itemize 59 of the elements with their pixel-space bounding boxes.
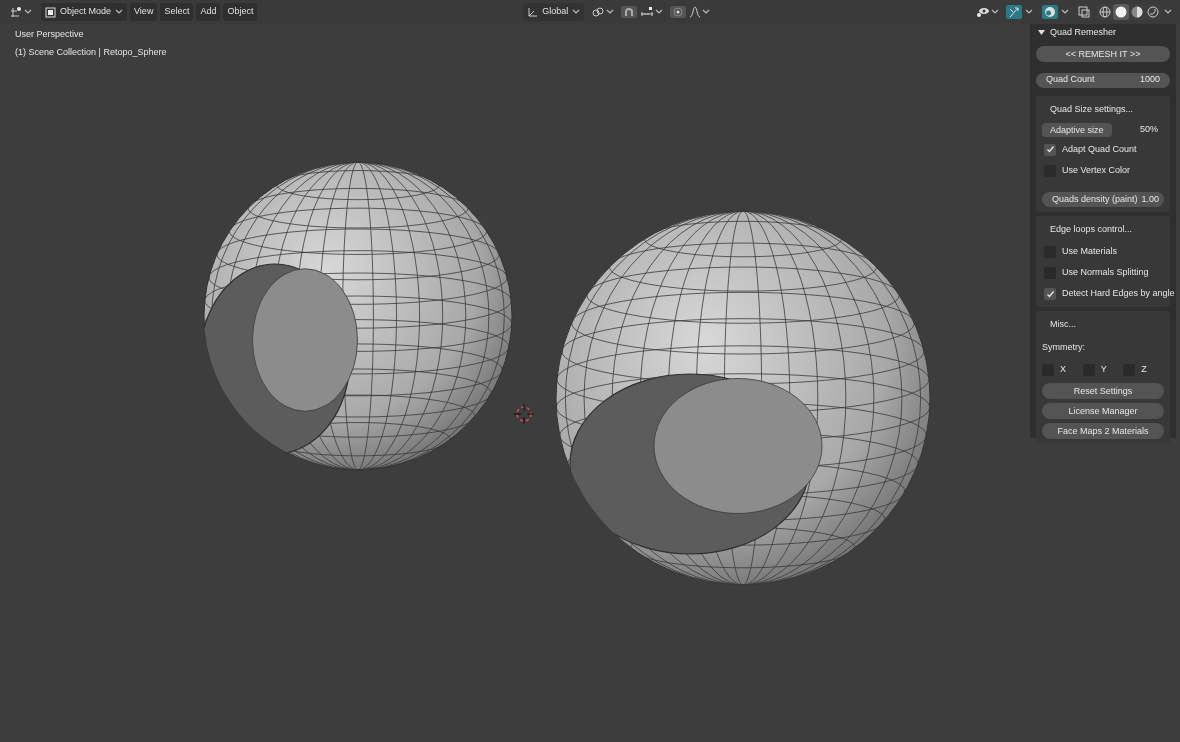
expand-triangle-icon[interactable] <box>1038 29 1045 37</box>
3d-cursor-icon <box>513 403 535 425</box>
checkbox-label[interactable]: Use Vertex Color <box>1062 163 1131 178</box>
checkbox-label[interactable]: Adapt Quad Count <box>1062 142 1137 157</box>
chevron-icon <box>1025 9 1033 15</box>
panel-button[interactable]: << REMESH IT >> <box>1036 45 1170 62</box>
cube-icon <box>45 6 56 18</box>
mode-dropdown[interactable]: Object Mode <box>41 3 128 21</box>
section-heading: Edge loops control... <box>1049 223 1134 236</box>
axes-icon <box>527 6 539 18</box>
panel-button[interactable]: Reset Settings <box>1042 382 1164 399</box>
falloff-icon[interactable] <box>689 6 711 18</box>
chevron-icon <box>572 9 581 15</box>
section-heading: Quad Size settings... <box>1049 102 1135 116</box>
menu-button[interactable]: Select <box>160 3 194 21</box>
chevron-icon <box>24 9 32 15</box>
editor-type-button[interactable] <box>8 6 34 18</box>
chevron-icon <box>655 9 664 15</box>
adaptive-size-value: 50% <box>1140 123 1158 137</box>
panel-button[interactable]: Face Maps 2 Materials <box>1042 422 1164 439</box>
chevron-icon <box>115 9 124 15</box>
chevron-icon <box>991 9 999 15</box>
checkbox-label[interactable]: Use Normals Splitting <box>1062 266 1149 280</box>
menu-button[interactable]: View <box>130 3 158 21</box>
orientation-dropdown[interactable]: Global <box>523 3 585 21</box>
chevron-icon <box>702 9 711 15</box>
chevron-icon <box>1061 9 1069 15</box>
section-heading: Misc... <box>1049 317 1077 331</box>
panel-title[interactable]: Quad Remesher <box>1050 26 1117 40</box>
link-icon[interactable] <box>591 6 615 18</box>
solid-shading-icon[interactable] <box>1113 4 1129 20</box>
overlays-icon[interactable] <box>1042 5 1058 19</box>
pivot-icon[interactable] <box>670 6 687 18</box>
chevron-icon <box>606 9 615 15</box>
collection-label: (1) Scene Collection | Retopo_Sphere <box>15 45 167 59</box>
xray-icon[interactable] <box>1078 6 1090 18</box>
menu-button[interactable]: Add <box>196 3 221 21</box>
number-field[interactable]: Quad Count 1000 <box>1036 72 1170 88</box>
number-field[interactable]: Quads density (paint) 1.00 <box>1042 192 1164 207</box>
checkbox[interactable] <box>1044 288 1056 300</box>
axis-label[interactable]: Y <box>1100 363 1107 377</box>
panel-button[interactable]: License Manager <box>1042 402 1164 419</box>
view-name-label: User Perspective <box>15 28 85 41</box>
menu-button[interactable]: Object <box>223 3 258 21</box>
checkbox[interactable] <box>1044 143 1056 156</box>
wireframe-shading-icon[interactable] <box>1097 4 1113 20</box>
axis-label[interactable]: X <box>1060 363 1066 377</box>
magnet-icon[interactable] <box>621 6 638 18</box>
snap-icon[interactable] <box>640 6 664 18</box>
checkbox-label[interactable]: Use Materials <box>1062 245 1117 259</box>
material-shading-icon[interactable] <box>1129 4 1145 20</box>
axis-label[interactable]: Z <box>1141 363 1147 377</box>
editor-type-icon <box>10 6 22 18</box>
adaptive-size-button[interactable]: Adaptive size <box>1042 123 1112 137</box>
visibility-icon[interactable] <box>976 6 999 18</box>
checkbox-label[interactable]: Detect Hard Edges by angle <box>1062 287 1175 301</box>
chevron-icon <box>1164 9 1172 15</box>
gizmo-icon[interactable] <box>1006 5 1022 19</box>
symmetry-label: Symmetry: <box>1042 341 1086 354</box>
